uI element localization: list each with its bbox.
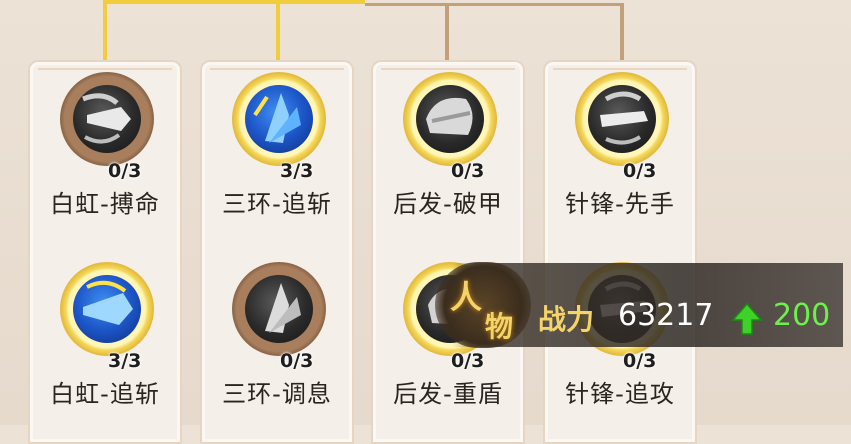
skill-label: 针锋-先手	[565, 190, 675, 218]
skill-icon-frame	[60, 72, 154, 166]
skill-label: 后发-破甲	[393, 190, 503, 218]
tree-line-top	[620, 3, 624, 60]
skill-label: 白虹-追斩	[50, 380, 160, 408]
skill-level-count: 0/3	[623, 350, 657, 372]
ring-breath-icon	[245, 275, 313, 343]
strike-first-icon	[588, 85, 656, 153]
tree-line-top	[445, 3, 449, 60]
skill-label: 三环-追斩	[222, 190, 332, 218]
skill-icon-frame	[60, 262, 154, 356]
badge-char-1: 人	[450, 278, 483, 316]
skill-level-count: 3/3	[108, 350, 142, 372]
skill-level-count: 0/3	[451, 160, 485, 182]
skill-level-count: 0/3	[280, 350, 314, 372]
combat-power-value: 63217	[618, 298, 714, 333]
tree-line-top	[103, 0, 365, 4]
sword-stab-icon	[73, 85, 141, 153]
skill-level-count: 3/3	[280, 160, 314, 182]
skill-icon-frame	[575, 72, 669, 166]
skill-label: 后发-重盾	[393, 380, 503, 408]
armor-break-icon	[416, 85, 484, 153]
combat-power-delta: 200	[773, 298, 831, 333]
combat-power-label: 战力	[538, 303, 595, 336]
badge-char-2: 物	[485, 310, 514, 343]
skill-label: 白虹-搏命	[50, 190, 160, 218]
tree-line-top	[365, 3, 623, 6]
tree-line-top	[276, 0, 280, 60]
up-arrow-icon	[730, 302, 764, 340]
skill-level-count: 0/3	[451, 350, 485, 372]
skill-label: 三环-调息	[222, 380, 332, 408]
blue-slash-icon	[73, 275, 141, 343]
tree-line-top	[103, 0, 107, 60]
skill-icon-frame	[232, 72, 326, 166]
skill-level-count: 0/3	[623, 160, 657, 182]
skill-icon-frame	[232, 262, 326, 356]
skill-label: 针锋-追攻	[565, 380, 675, 408]
skill-icon-frame	[403, 72, 497, 166]
skill-level-count: 0/3	[108, 160, 142, 182]
blue-blade-icon	[245, 85, 313, 153]
